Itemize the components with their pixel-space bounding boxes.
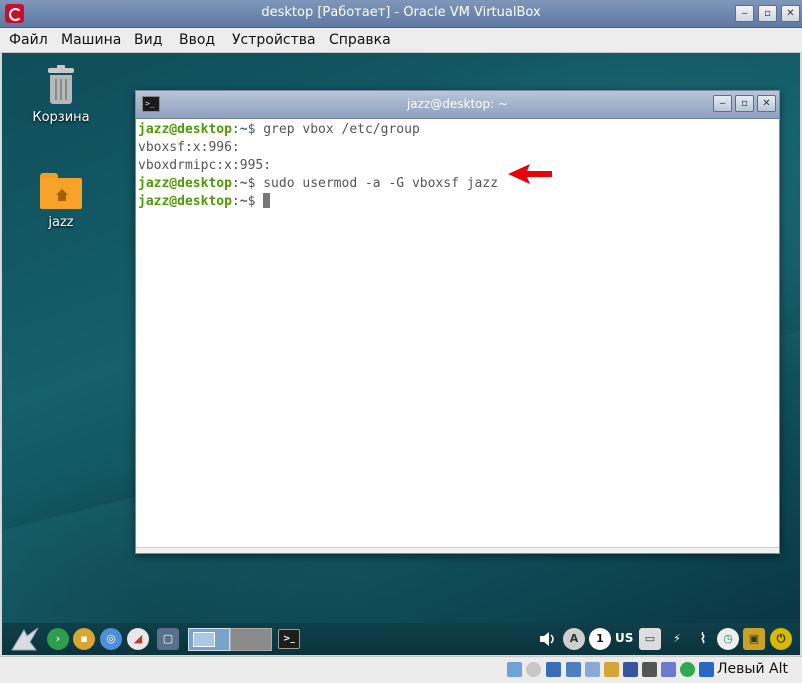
terminal-bottom-edge (136, 547, 779, 553)
terminal-minimize-button[interactable]: ‒ (713, 95, 732, 112)
desktop-icon-home-folder[interactable]: jazz (21, 173, 101, 230)
menu-input[interactable]: Ввод (179, 32, 215, 48)
audio-status-icon[interactable] (546, 662, 561, 677)
terminal-task-button[interactable]: >_ (278, 629, 300, 649)
home-folder-icon (40, 173, 82, 209)
keyboard-layout-indicator[interactable]: US (615, 631, 633, 645)
terminal-close-button[interactable]: ✕ (757, 95, 776, 112)
power-icon[interactable]: ⏻ (770, 628, 792, 650)
terminal-line: vboxsf:x:996: (138, 140, 240, 155)
terminal-maximize-button[interactable]: ▫ (735, 95, 754, 112)
usb-status-icon[interactable] (585, 662, 600, 677)
menu-devices[interactable]: Устройства (232, 32, 316, 48)
screenshot-launcher-icon[interactable]: ◢ (127, 628, 149, 650)
clock-icon[interactable]: ◷ (717, 628, 739, 650)
terminal-title: jazz@desktop: ~ (406, 97, 509, 111)
desktop-icon-label: jazz (48, 215, 74, 230)
battery-icon[interactable]: ⚡ (666, 628, 688, 650)
keyboard-capture-status-icon[interactable] (699, 662, 714, 677)
menu-file[interactable]: Файл (9, 32, 48, 48)
virtualization-status-icon[interactable] (661, 662, 676, 677)
browser-launcher-icon[interactable]: ◎ (100, 628, 122, 650)
desktop-icon-trash[interactable]: Корзина (21, 65, 101, 125)
terminal-line: jazz@desktop:~$ sudo usermod -a -G vboxs… (138, 176, 499, 191)
guest-desktop: Корзина jazz >_ jazz@desktop: ~ ‒ ▫ ✕ ja… (2, 53, 800, 655)
vbox-maximize-button[interactable]: ▫ (758, 5, 777, 22)
display-status-icon[interactable] (623, 662, 638, 677)
terminal-output[interactable]: jazz@desktop:~$ grep vbox /etc/group vbo… (138, 121, 777, 541)
recording-status-icon[interactable] (642, 662, 657, 677)
input-method-icon[interactable]: A (563, 628, 585, 650)
terminal-line: jazz@desktop:~$ (138, 193, 777, 211)
optical-drive-status-icon[interactable] (526, 662, 541, 677)
screen-icon[interactable]: ▣ (743, 628, 765, 650)
terminal-command: grep vbox /etc/group (263, 122, 420, 137)
menu-help[interactable]: Справка (329, 32, 391, 48)
network-status-icon[interactable] (566, 662, 581, 677)
guest-taskbar: › ▪ ◎ ◢ ▢ >_ A 1 US ▭ ⚡ ⌇ ◷ ▣ ⏻ (2, 623, 800, 655)
red-arrow-annotation-icon (508, 164, 552, 184)
terminal-window[interactable]: >_ jazz@desktop: ~ ‒ ▫ ✕ jazz@desktop:~$… (135, 90, 780, 554)
show-desktop-icon[interactable]: ▢ (157, 628, 179, 650)
host-key-label: Левый Alt (717, 661, 788, 677)
workspace-1-button[interactable] (188, 628, 230, 651)
workspace-2-button[interactable] (230, 628, 272, 651)
terminal-line: vboxdrmipc:x:995: (138, 158, 272, 173)
attachment-icon[interactable]: ⌇ (692, 628, 714, 650)
menu-machine[interactable]: Машина (61, 32, 121, 48)
vbox-close-button[interactable]: ✕ (781, 5, 800, 22)
network-icon[interactable]: ▭ (639, 628, 661, 650)
trash-icon (46, 65, 76, 104)
vbox-menubar: Файл Машина Вид Ввод Устройства Справка (0, 28, 802, 53)
file-manager-launcher-icon[interactable]: ▪ (73, 628, 95, 650)
vbox-window-title: desktop [Работает] - Oracle VM VirtualBo… (261, 5, 541, 20)
vbox-statusbar: Левый Alt (0, 656, 802, 683)
shared-folders-status-icon[interactable] (604, 662, 619, 677)
terminal-titlebar[interactable]: >_ jazz@desktop: ~ ‒ ▫ ✕ (136, 91, 779, 119)
terminal-command: sudo usermod -a -G vboxsf jazz (263, 176, 499, 191)
volume-icon[interactable] (538, 631, 558, 647)
mouse-integration-status-icon[interactable] (680, 662, 695, 677)
terminal-launcher-icon[interactable]: › (47, 628, 69, 650)
hard-disk-status-icon[interactable] (507, 662, 522, 677)
menu-view[interactable]: Вид (134, 32, 162, 48)
vbox-titlebar: desktop [Работает] - Oracle VM VirtualBo… (0, 0, 802, 28)
terminal-cursor (263, 193, 271, 208)
terminal-line: jazz@desktop:~$ grep vbox /etc/group (138, 122, 420, 137)
workspace-number-icon[interactable]: 1 (589, 628, 611, 650)
vbox-minimize-button[interactable]: ‒ (735, 5, 754, 22)
desktop-icon-label: Корзина (32, 110, 90, 125)
lxqt-start-menu-icon[interactable] (10, 626, 40, 652)
